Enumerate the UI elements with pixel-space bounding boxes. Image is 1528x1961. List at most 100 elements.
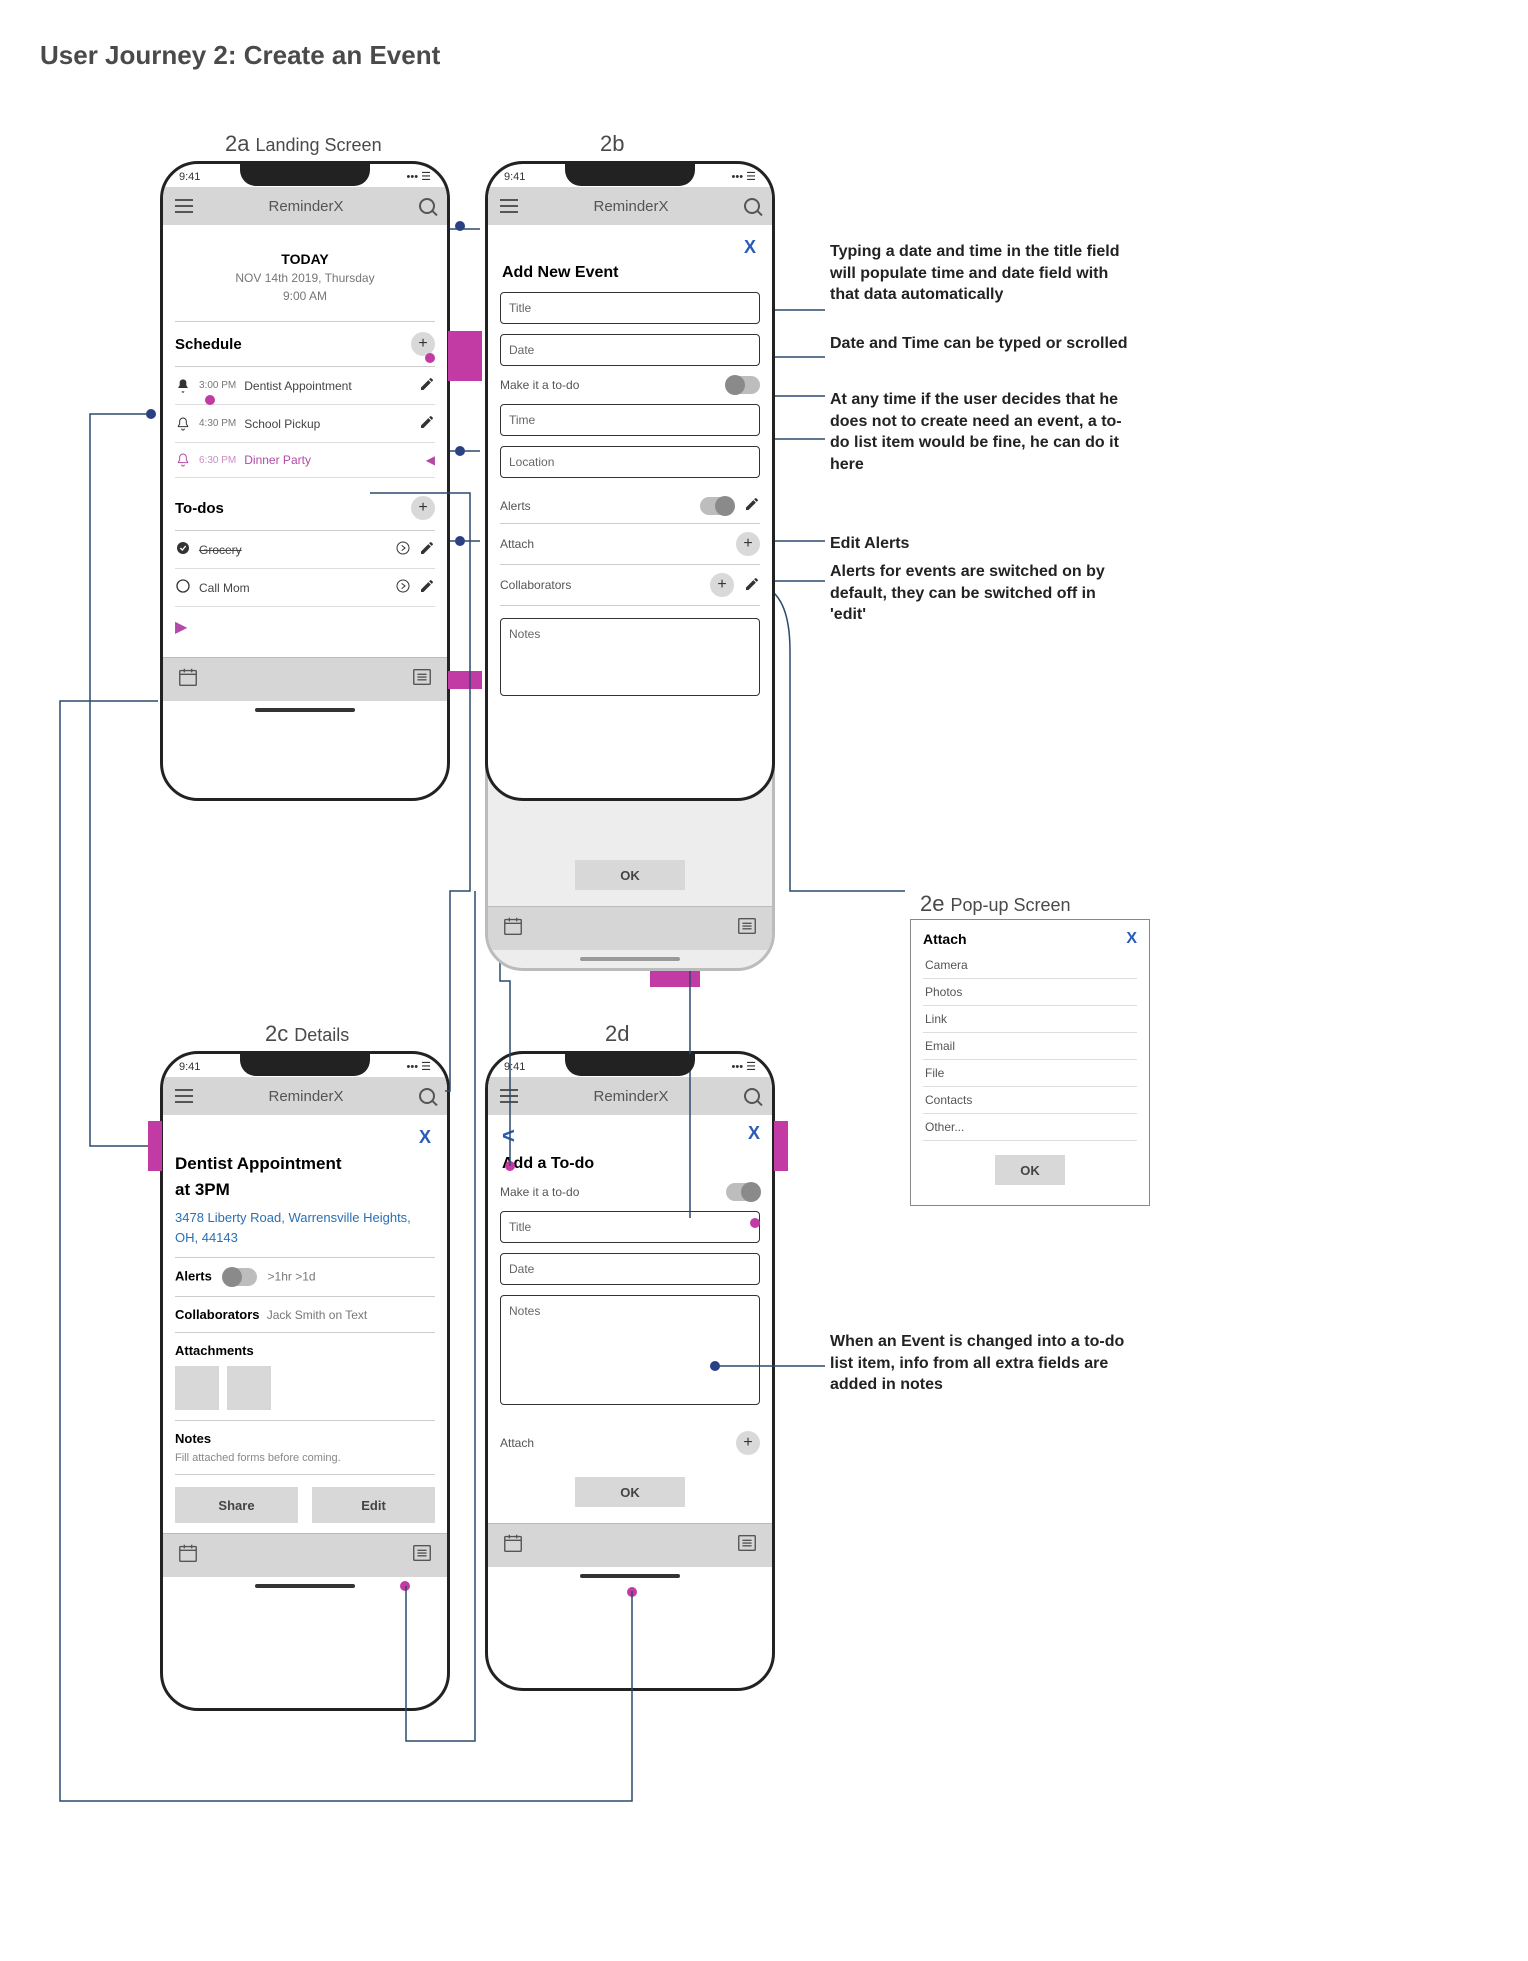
form-title: Add a To-do [502, 1155, 760, 1173]
search-icon[interactable] [744, 198, 760, 214]
connector-tab [650, 971, 700, 987]
schedule-header: Schedule + [175, 321, 435, 367]
close-icon[interactable]: X [748, 1123, 760, 1149]
hamburger-icon[interactable] [175, 1089, 193, 1103]
notch [565, 1054, 695, 1076]
time-input[interactable]: Time [500, 404, 760, 436]
hamburger-icon[interactable] [500, 199, 518, 213]
go-icon[interactable] [395, 540, 411, 559]
search-icon[interactable] [419, 198, 435, 214]
title-input[interactable]: Title [500, 1211, 760, 1243]
schedule-row[interactable]: 4:30 PM School Pickup [175, 405, 435, 443]
screen-2a: 9:41••• ☰ ReminderX TODAY NOV 14th 2019,… [160, 161, 450, 801]
popup-option[interactable]: File [923, 1060, 1137, 1087]
alerts-toggle[interactable] [700, 497, 734, 515]
back-icon[interactable]: < [500, 1123, 515, 1149]
marker-dot [425, 353, 435, 363]
app-topbar: ReminderX [488, 1077, 772, 1115]
marker-dot [205, 395, 215, 405]
screen-2c: 9:41••• ☰ ReminderX X Dentist Appointmen… [160, 1051, 450, 1711]
title-input[interactable]: Title [500, 292, 760, 324]
ok-button[interactable]: OK [575, 1477, 685, 1507]
page-title: User Journey 2: Create an Event [40, 40, 1498, 71]
bottom-bar [163, 1533, 447, 1577]
list-icon[interactable] [411, 666, 433, 693]
date-input[interactable]: Date [500, 334, 760, 366]
hamburger-icon[interactable] [500, 1089, 518, 1103]
today-block: TODAY NOV 14th 2019, Thursday 9:00 AM [175, 233, 435, 313]
share-button[interactable]: Share [175, 1487, 298, 1523]
todo-row[interactable]: Grocery [175, 531, 435, 569]
alerts-toggle[interactable] [223, 1268, 257, 1286]
pencil-icon[interactable] [419, 414, 435, 433]
popup-option[interactable]: Other... [923, 1114, 1137, 1141]
label-2b: 2b [600, 131, 630, 157]
go-icon[interactable] [395, 578, 411, 597]
edit-button[interactable]: Edit [312, 1487, 435, 1523]
pencil-icon[interactable] [419, 540, 435, 559]
connector-tab [148, 1121, 162, 1171]
make-todo-label: Make it a to-do [500, 1185, 579, 1199]
pencil-icon[interactable] [744, 496, 760, 515]
popup-option[interactable]: Contacts [923, 1087, 1137, 1114]
attach-add-button[interactable]: + [736, 1431, 760, 1455]
calendar-icon[interactable] [177, 666, 199, 693]
close-icon[interactable]: X [175, 1123, 435, 1148]
alerts-line: Alerts >1hr >1d [175, 1257, 435, 1296]
bell-icon [175, 378, 191, 394]
bottom-bar [488, 906, 772, 950]
list-icon[interactable] [736, 1532, 758, 1559]
pencil-icon[interactable] [419, 376, 435, 395]
app-topbar: ReminderX [163, 187, 447, 225]
event-subtitle: at 3PM [175, 1180, 435, 1200]
app-topbar: ReminderX [488, 187, 772, 225]
pencil-icon[interactable] [419, 578, 435, 597]
todo-row[interactable]: Call Mom [175, 569, 435, 607]
annotation: At any time if the user decides that he … [830, 389, 1130, 475]
popup-ok-button[interactable]: OK [995, 1155, 1065, 1185]
arrow-left-icon: ◀ [426, 453, 435, 467]
make-todo-toggle[interactable] [726, 376, 760, 394]
todos-header: To-dos + [175, 486, 435, 531]
label-2a: 2aLanding Screen [225, 131, 382, 157]
list-icon[interactable] [736, 915, 758, 942]
event-address[interactable]: 3478 Liberty Road, Warrensville Heights,… [175, 1208, 435, 1247]
bell-outline-icon [175, 452, 191, 468]
make-todo-toggle[interactable] [726, 1183, 760, 1201]
ok-button[interactable]: OK [575, 860, 685, 890]
search-icon[interactable] [744, 1088, 760, 1104]
collab-add-button[interactable]: + [710, 573, 734, 597]
search-icon[interactable] [419, 1088, 435, 1104]
close-icon[interactable]: X [500, 233, 760, 258]
date-input[interactable]: Date [500, 1253, 760, 1285]
attach-add-button[interactable]: + [736, 532, 760, 556]
attach-line: Attachments [175, 1332, 435, 1420]
notes-input[interactable]: Notes [500, 618, 760, 696]
close-icon[interactable]: X [1126, 930, 1137, 948]
checkbox-checked-icon[interactable] [175, 540, 191, 559]
attach-popup: AttachX Camera Photos Link Email File Co… [910, 919, 1150, 1206]
popup-option[interactable]: Photos [923, 979, 1137, 1006]
collab-line: Collaborators Jack Smith on Text [175, 1296, 435, 1332]
popup-option[interactable]: Camera [923, 952, 1137, 979]
add-todo-button[interactable]: + [411, 496, 435, 520]
app-title: ReminderX [193, 198, 419, 215]
calendar-icon[interactable] [502, 915, 524, 942]
hamburger-icon[interactable] [175, 199, 193, 213]
location-input[interactable]: Location [500, 446, 760, 478]
attach-row: Attach + [500, 524, 760, 565]
calendar-icon[interactable] [177, 1542, 199, 1569]
list-icon[interactable] [411, 1542, 433, 1569]
annotation: Typing a date and time in the title fiel… [830, 241, 1130, 306]
popup-option[interactable]: Link [923, 1006, 1137, 1033]
attachment-thumbs[interactable] [175, 1366, 435, 1410]
popup-option[interactable]: Email [923, 1033, 1137, 1060]
schedule-row[interactable]: 6:30 PM Dinner Party ◀ [175, 443, 435, 478]
checkbox-empty-icon[interactable] [175, 578, 191, 597]
notch [240, 1054, 370, 1076]
make-todo-label: Make it a to-do [500, 378, 579, 392]
pencil-icon[interactable] [744, 576, 760, 595]
calendar-icon[interactable] [502, 1532, 524, 1559]
notch [240, 164, 370, 186]
notes-input[interactable]: Notes [500, 1295, 760, 1405]
